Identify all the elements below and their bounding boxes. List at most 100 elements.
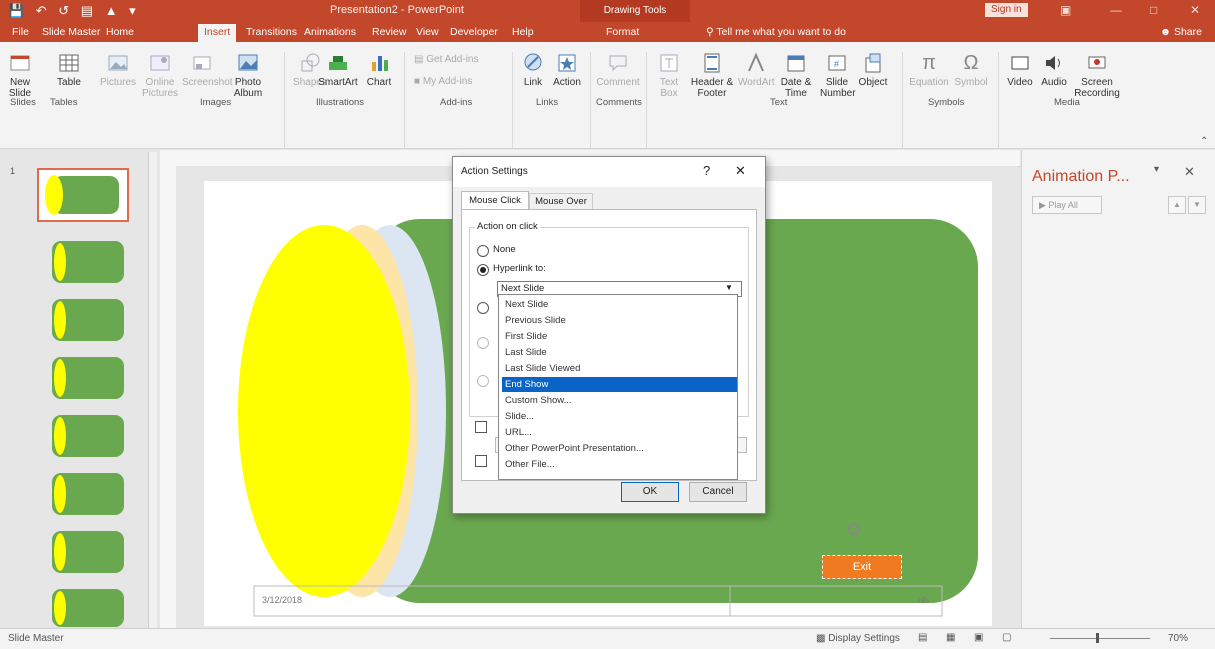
option-end-show[interactable]: End Show	[502, 377, 737, 392]
my-addins-button[interactable]: ■ My Add-ins	[414, 76, 504, 87]
option-other-file[interactable]: Other File...	[502, 457, 737, 472]
help-button[interactable]: ?	[703, 163, 710, 178]
zoom-slider[interactable]	[1050, 638, 1150, 639]
slide-sorter-icon[interactable]: ▦	[946, 632, 955, 643]
close-window-button[interactable]: ✕	[1190, 3, 1200, 17]
wordart-button[interactable]: WordArt	[738, 52, 775, 88]
thumbnail-layout-1[interactable]	[52, 241, 124, 283]
tab-developer[interactable]: Developer	[450, 26, 498, 38]
play-all-button[interactable]: ▶ Play All	[1032, 196, 1102, 214]
object-action-radio[interactable]	[477, 375, 489, 387]
text-box-button[interactable]: Text Box	[654, 52, 684, 99]
object-button[interactable]: Object	[856, 52, 890, 88]
option-url[interactable]: URL...	[502, 425, 737, 440]
collapse-ribbon-icon[interactable]: ⌃	[1200, 136, 1208, 147]
group-separator	[998, 52, 999, 148]
pi-icon: π	[922, 52, 936, 74]
zoom-level[interactable]: 70%	[1168, 633, 1188, 644]
svg-text:#: #	[834, 59, 839, 69]
chart-button[interactable]: Chart	[362, 52, 396, 88]
highlight-click-checkbox[interactable]	[475, 455, 487, 467]
equation-button[interactable]: π Equation	[908, 52, 950, 88]
slideshow-icon[interactable]: ▢	[1002, 632, 1011, 643]
pane-options-icon[interactable]: ▾	[1154, 164, 1159, 175]
tab-insert[interactable]: Insert	[198, 24, 237, 42]
run-program-radio[interactable]	[477, 302, 489, 314]
thumbnail-layout-6[interactable]	[52, 531, 124, 573]
option-first-slide[interactable]: First Slide	[502, 329, 737, 344]
tab-format[interactable]: Format	[606, 26, 639, 38]
option-other-presentation[interactable]: Other PowerPoint Presentation...	[502, 441, 737, 456]
tab-mouse-click[interactable]: Mouse Click	[461, 191, 529, 210]
ok-button[interactable]: OK	[621, 482, 679, 502]
zoom-slider-thumb[interactable]	[1096, 633, 1099, 643]
header-footer-button[interactable]: Header & Footer	[690, 52, 734, 99]
get-addins-button[interactable]: ▤ Get Add-ins	[414, 54, 504, 65]
move-down-icon[interactable]: ▼	[1188, 196, 1206, 214]
action-button[interactable]: Action	[550, 52, 584, 88]
comment-button[interactable]: Comment	[596, 52, 640, 88]
tab-review[interactable]: Review	[372, 26, 406, 38]
cancel-button[interactable]: Cancel	[689, 482, 747, 502]
tab-mouse-over[interactable]: Mouse Over	[529, 193, 593, 210]
share-button[interactable]: ☻ Share	[1160, 26, 1202, 38]
tab-file[interactable]: File	[12, 26, 29, 38]
normal-view-icon[interactable]: ▤	[918, 632, 927, 643]
tab-help[interactable]: Help	[512, 26, 534, 38]
tab-view[interactable]: View	[416, 26, 439, 38]
option-last-slide-viewed[interactable]: Last Slide Viewed	[502, 361, 737, 376]
table-button[interactable]: Table	[54, 52, 84, 88]
tell-me-search[interactable]: ⚲ Tell me what you want to do	[706, 26, 846, 38]
tab-transitions[interactable]: Transitions	[246, 26, 297, 38]
play-sound-checkbox[interactable]	[475, 421, 487, 433]
option-last-slide[interactable]: Last Slide	[502, 345, 737, 360]
minimize-button[interactable]: —	[1110, 3, 1122, 17]
close-pane-icon[interactable]: ✕	[1184, 164, 1195, 180]
ribbon-display-options-icon[interactable]: ▣	[1060, 3, 1071, 17]
thumbnail-layout-4[interactable]	[52, 415, 124, 457]
option-slide[interactable]: Slide...	[502, 409, 737, 424]
sign-in-button[interactable]: Sign in	[985, 3, 1028, 17]
online-pictures-button[interactable]: Online Pictures	[140, 52, 180, 99]
thumbnail-layout-7[interactable]	[52, 589, 124, 627]
screenshot-button[interactable]: Screenshot	[182, 52, 233, 88]
slide-number-button[interactable]: # Slide Number	[820, 52, 856, 99]
wordart-icon	[748, 52, 764, 72]
thumb-yellow-shape	[54, 243, 66, 281]
new-slide-button[interactable]: New Slide	[6, 52, 34, 99]
tab-home[interactable]: Home	[106, 26, 134, 38]
chevron-down-icon[interactable]: ▼	[725, 281, 733, 295]
pictures-button[interactable]: Pictures	[98, 52, 138, 88]
none-radio[interactable]	[477, 245, 489, 257]
thumbnail-layout-2[interactable]	[52, 299, 124, 341]
smartart-button[interactable]: SmartArt	[316, 52, 360, 88]
exit-action-button[interactable]: Exit	[822, 555, 902, 579]
maximize-button[interactable]: □	[1150, 3, 1157, 17]
hyperlink-radio[interactable]	[477, 264, 489, 276]
video-button[interactable]: Video	[1004, 52, 1036, 88]
symbol-button[interactable]: Ω Symbol	[952, 52, 990, 88]
thumbnails-scrollbar[interactable]	[148, 152, 157, 628]
tab-slide-master[interactable]: Slide Master	[42, 26, 100, 38]
screen-recording-button[interactable]: Screen Recording	[1072, 52, 1122, 99]
yellow-oval[interactable]	[238, 225, 410, 597]
reading-view-icon[interactable]: ▣	[974, 632, 983, 643]
date-time-button[interactable]: Date & Time	[776, 52, 816, 99]
option-previous-slide[interactable]: Previous Slide	[502, 313, 737, 328]
thumbnail-layout-5[interactable]	[52, 473, 124, 515]
thumbnail-master[interactable]	[37, 168, 129, 222]
status-bar: Slide Master ▩ Display Settings ▤ ▦ ▣ ▢ …	[0, 628, 1215, 649]
quick-access-toolbar[interactable]: 💾 ↶ ↺ ▤ ▲ ▾	[8, 3, 140, 19]
link-button[interactable]: Link	[518, 52, 548, 88]
photo-album-button[interactable]: Photo Album	[228, 52, 268, 99]
option-custom-show[interactable]: Custom Show...	[502, 393, 737, 408]
move-up-icon[interactable]: ▲	[1168, 196, 1186, 214]
tab-animations[interactable]: Animations	[304, 26, 356, 38]
close-dialog-button[interactable]: ✕	[735, 163, 746, 179]
audio-label: Audio	[1041, 77, 1067, 88]
thumbnail-layout-3[interactable]	[52, 357, 124, 399]
option-next-slide[interactable]: Next Slide	[502, 297, 737, 312]
run-macro-radio[interactable]	[477, 337, 489, 349]
display-settings-button[interactable]: ▩ Display Settings	[816, 633, 900, 644]
audio-button[interactable]: Audio	[1038, 52, 1070, 88]
